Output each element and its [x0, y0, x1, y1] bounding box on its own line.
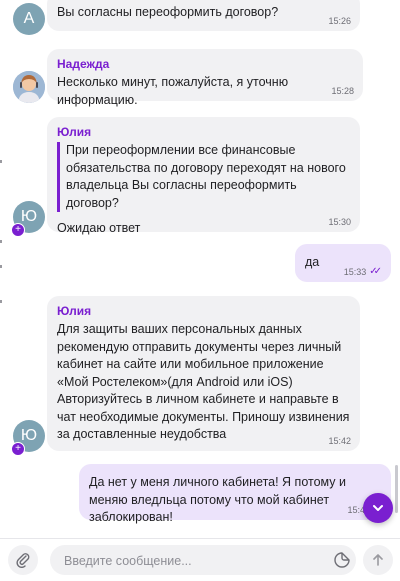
- edge-marker: [0, 300, 2, 303]
- message-input[interactable]: [62, 545, 326, 577]
- operator-avatar: Ю +: [11, 420, 45, 456]
- my-message-bubble: Да нет у меня личного кабинета! Я потому…: [79, 464, 391, 524]
- message-input-wrapper: [50, 545, 356, 577]
- edge-marker: [0, 240, 2, 243]
- message-time: 15:30: [328, 217, 351, 227]
- attach-button[interactable]: [8, 545, 38, 575]
- message-bubble: Надежда Несколько минут, пожалуйста, я у…: [47, 49, 363, 107]
- double-check-icon: ✓✓: [369, 266, 382, 277]
- plus-icon: +: [11, 223, 25, 237]
- avatar-letter: Ю: [20, 427, 38, 444]
- message-text: Ожидаю ответ: [57, 221, 141, 235]
- person-icon: [13, 71, 45, 103]
- message-bubble: Вы согласны переоформить договор? 15:26: [47, 0, 360, 31]
- quoted-message: При переоформлении все финансовые обязат…: [57, 142, 350, 212]
- message-bubble: Юлия При переоформлении все финансовые о…: [47, 117, 360, 235]
- sender-name: Надежда: [57, 57, 110, 71]
- message-text: Да нет у меня личного кабинета! Я потому…: [89, 475, 346, 524]
- message-text: Для защиты ваших персональных данных рек…: [57, 322, 342, 389]
- sticker-icon: [334, 552, 350, 568]
- avatar-letter: Ю: [20, 208, 38, 225]
- operator-avatar: Ю +: [11, 201, 45, 237]
- message-time: 15:42: [328, 436, 351, 446]
- send-button[interactable]: [363, 545, 393, 575]
- edge-marker: [0, 265, 2, 268]
- sender-name: Юлия: [57, 125, 92, 139]
- message-time: 15:28: [331, 86, 354, 96]
- message-text: Авторизуйтесь в личном кабинете и направ…: [57, 392, 350, 441]
- message-text: Вы согласны переоформить договор?: [57, 5, 279, 19]
- arrow-up-icon: [373, 554, 383, 566]
- edge-marker: [0, 160, 2, 163]
- scroll-down-button[interactable]: [363, 493, 393, 523]
- plus-icon: +: [11, 442, 25, 456]
- sender-name: Юлия: [57, 304, 92, 318]
- scrollbar-thumb[interactable]: [395, 465, 398, 513]
- left-panel-edge: [0, 0, 4, 538]
- operator-avatar-photo: [13, 71, 45, 103]
- chevron-down-icon: [373, 505, 383, 511]
- message-time: 15:33 ✓✓: [344, 266, 382, 277]
- message-composer: [0, 538, 400, 581]
- message-time: 15:26: [328, 16, 351, 26]
- operator-avatar: А: [13, 3, 45, 35]
- avatar-letter: А: [23, 10, 35, 27]
- message-bubble: Юлия Для защиты ваших персональных данны…: [47, 296, 360, 451]
- message-text: Несколько минут, пожалуйста, я уточню ин…: [57, 75, 289, 107]
- my-message-bubble: да 15:33 ✓✓: [295, 244, 391, 282]
- sticker-button[interactable]: [332, 550, 352, 570]
- chat-history[interactable]: А Вы согласны переоформить договор? 15:2…: [0, 0, 400, 538]
- paperclip-icon: [16, 553, 30, 568]
